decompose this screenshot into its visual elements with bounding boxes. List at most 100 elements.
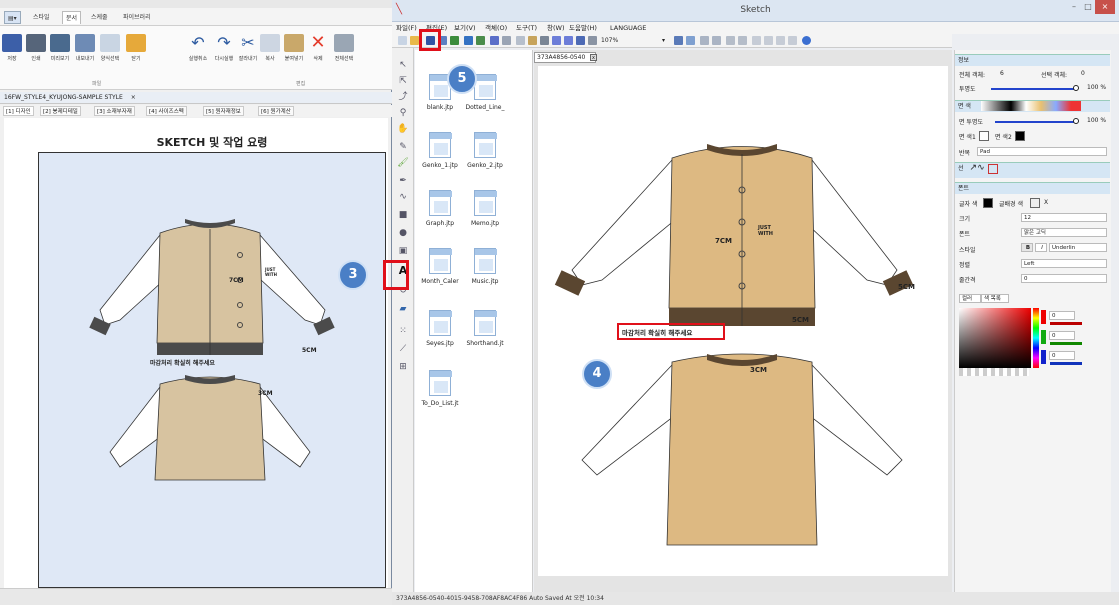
file-item[interactable]: Genko_2.jtp <box>465 132 505 169</box>
save-button[interactable]: 저장 <box>0 34 24 62</box>
subtab-sewing[interactable]: [2] 봉제디테일 <box>40 106 81 116</box>
tab-color[interactable]: 컬러 <box>959 294 981 303</box>
font-family-dropdown[interactable]: 맑은 고딕 <box>1021 228 1107 237</box>
no-line-icon[interactable] <box>987 163 998 174</box>
brush-tool-icon[interactable]: 🖌 <box>396 156 410 170</box>
file-item[interactable]: Genko_1.jtp <box>420 132 460 169</box>
order-forward-icon[interactable] <box>776 36 785 45</box>
line-style-icon[interactable]: ↗∿ <box>970 163 985 173</box>
maximize-button[interactable]: □ <box>1081 0 1095 14</box>
order-front-icon[interactable] <box>752 36 761 45</box>
tab-style[interactable]: 스타일 <box>30 11 53 24</box>
redo-icon[interactable] <box>502 36 511 45</box>
tab-color-list[interactable]: 색 목록 <box>981 294 1009 303</box>
menu-file[interactable]: 파일(F) <box>396 23 417 33</box>
order-backward-icon[interactable] <box>788 36 797 45</box>
text-color-swatch[interactable] <box>983 198 993 208</box>
ungroup-icon[interactable] <box>712 36 721 45</box>
zoom-dropdown-icon[interactable]: ▾ <box>662 37 665 44</box>
subtab-cost[interactable]: [6] 원가계산 <box>258 106 294 116</box>
app-menu-button[interactable]: ▤▾ <box>4 11 21 24</box>
file-item[interactable]: To_Do_List.jt <box>420 370 460 407</box>
stitch-tool-icon[interactable]: ⁙ <box>396 324 410 338</box>
sync-icon[interactable] <box>476 36 485 45</box>
zoom-tool-icon[interactable]: ⚲ <box>396 106 410 120</box>
menu-view[interactable]: 보기(V) <box>454 23 475 33</box>
preview-button[interactable]: 미리보기 <box>48 34 72 62</box>
template-select-button[interactable]: 양식선택 <box>98 34 122 62</box>
hand-tool-icon[interactable]: ✋ <box>396 122 410 136</box>
fill-color1-swatch[interactable] <box>979 131 989 141</box>
eyedropper-tool-icon[interactable]: ⟋ <box>396 342 410 356</box>
zoom-out-icon[interactable] <box>564 36 573 45</box>
grid-tool-icon[interactable]: ⊞ <box>396 360 410 374</box>
print-button[interactable]: 인쇄 <box>24 34 48 62</box>
fill-tool-icon[interactable]: ▣ <box>396 244 410 258</box>
close-doc-button[interactable]: 닫기 <box>124 34 148 62</box>
group-icon[interactable] <box>700 36 709 45</box>
paste-icon[interactable] <box>528 36 537 45</box>
file-item[interactable]: Music.jtp <box>465 248 505 285</box>
red-value-input[interactable]: 0 <box>1049 311 1075 320</box>
document-tab-close-icon[interactable]: × <box>131 94 136 101</box>
menu-help[interactable]: 도움말(H) <box>569 23 597 33</box>
pen-tool-icon[interactable]: ✒ <box>396 174 410 188</box>
menu-tools[interactable]: 도구(T) <box>516 23 537 33</box>
minimize-button[interactable]: – <box>1067 0 1081 14</box>
file-item[interactable]: Graph.jtp <box>420 190 460 227</box>
fit-icon[interactable] <box>576 36 585 45</box>
opacity-slider[interactable] <box>991 88 1076 90</box>
open-folder-icon[interactable] <box>410 36 419 45</box>
subtab-size-spec[interactable]: [4] 사이즈스펙 <box>146 106 187 116</box>
cloud-icon[interactable] <box>464 36 473 45</box>
export-button[interactable]: 내보내기 <box>73 34 97 62</box>
bg-color-swatch[interactable] <box>1030 198 1040 208</box>
rectangle-tool-icon[interactable]: ■ <box>396 208 410 222</box>
green-value-input[interactable]: 0 <box>1049 331 1075 340</box>
blue-value-input[interactable]: 0 <box>1049 351 1075 360</box>
fill-opacity-slider[interactable] <box>995 121 1076 123</box>
fabric-tool-icon[interactable]: ▰ <box>396 302 410 316</box>
file-item[interactable]: Memo.jtp <box>465 190 505 227</box>
color-picker-field[interactable] <box>959 308 1031 368</box>
menu-window[interactable]: 창(W) <box>547 23 564 33</box>
help-icon[interactable] <box>802 36 811 45</box>
spacing-input[interactable]: 0 <box>1021 274 1107 283</box>
tab-library[interactable]: 파이브러리 <box>120 11 154 24</box>
font-size-dropdown[interactable]: 12 <box>1021 213 1107 222</box>
ellipse-tool-icon[interactable]: ● <box>396 226 410 240</box>
subtab-material[interactable]: [3] 소재부자재 <box>94 106 135 116</box>
close-window-button[interactable]: × <box>1095 0 1115 14</box>
menu-language[interactable]: LANGUAGE <box>610 23 646 33</box>
document-tab[interactable]: 16FW_STYLE4_KYUJONG-SAMPLE STYLE × <box>0 92 392 104</box>
repeat-dropdown[interactable]: Pad <box>977 147 1107 156</box>
cut-button[interactable]: ✂ 잘라내기 <box>236 34 260 63</box>
paste-button[interactable]: 붙여넣기 <box>282 34 306 62</box>
align-icon[interactable] <box>726 36 735 45</box>
file-item[interactable]: Month_Caler <box>420 248 460 285</box>
tab-schedule[interactable]: 스케줄 <box>88 11 111 24</box>
file-item[interactable]: Seyes.jtp <box>420 310 460 347</box>
page-icon[interactable] <box>588 36 597 45</box>
refresh-icon[interactable] <box>450 36 459 45</box>
hue-slider[interactable] <box>1033 308 1039 368</box>
redo-button[interactable]: ↷ 다시실행 <box>212 34 236 63</box>
fill-type-selector[interactable] <box>981 101 1081 111</box>
direct-select-tool-icon[interactable]: ⇱ <box>396 74 410 88</box>
fill-color2-swatch[interactable] <box>1015 131 1025 141</box>
zoom-in-icon[interactable] <box>552 36 561 45</box>
arrow-tool-icon[interactable] <box>674 36 683 45</box>
italic-button[interactable]: I <box>1035 243 1047 252</box>
subtab-raw-material[interactable]: [5] 원자재정보 <box>203 106 244 116</box>
fill-opacity-knob[interactable] <box>1073 118 1079 124</box>
copy-button[interactable]: 복사 <box>258 34 282 62</box>
menu-object[interactable]: 객체(O) <box>485 23 507 33</box>
pencil-tool-icon[interactable]: ✎ <box>396 140 410 154</box>
align-dropdown[interactable]: Left <box>1021 259 1107 268</box>
polyline-tool-icon[interactable]: ∿ <box>396 190 410 204</box>
cut-icon[interactable] <box>516 36 525 45</box>
underline-dropdown[interactable]: Underlin <box>1049 243 1107 252</box>
tab-document[interactable]: 문서 <box>62 11 82 24</box>
bold-button[interactable]: B <box>1021 243 1033 252</box>
canvas-tab[interactable]: 373A4856-0540 <box>534 52 596 63</box>
